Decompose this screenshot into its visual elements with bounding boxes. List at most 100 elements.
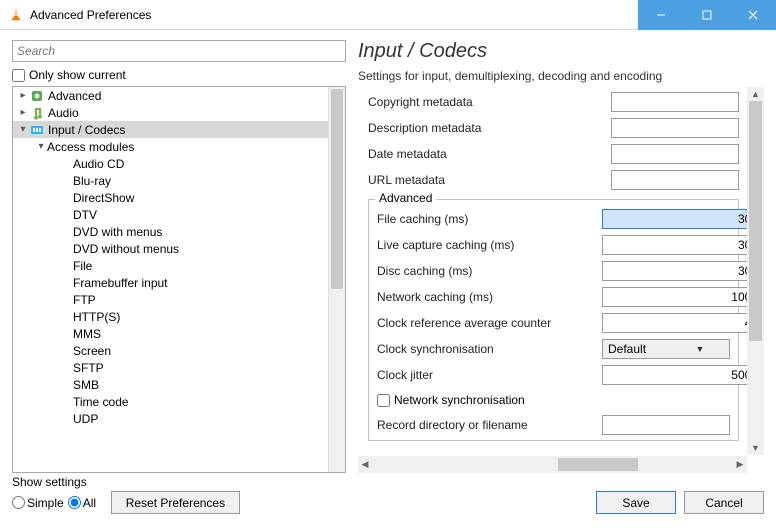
network-sync-label: Network synchronisation bbox=[394, 393, 525, 407]
network-sync-checkbox[interactable] bbox=[377, 394, 390, 407]
copyright-metadata-input[interactable] bbox=[611, 92, 739, 112]
tree-item[interactable]: Blu-ray bbox=[13, 172, 328, 189]
simple-radio[interactable]: Simple bbox=[12, 496, 64, 510]
live-caching-spin[interactable]: ▲▼ bbox=[602, 235, 730, 255]
tree-item[interactable]: SFTP bbox=[13, 359, 328, 376]
advanced-groupbox: Advanced File caching (ms) ▲▼ Live captu… bbox=[368, 199, 739, 441]
left-panel: Only show current ▸ Advanced ▸ Audio ▾ I… bbox=[12, 40, 346, 473]
clock-sync-combo[interactable]: Default▼ bbox=[602, 339, 730, 359]
file-caching-spin[interactable]: ▲▼ bbox=[602, 209, 730, 229]
url-metadata-input[interactable] bbox=[611, 170, 739, 190]
codec-icon bbox=[29, 122, 45, 138]
clock-sync-label: Clock synchronisation bbox=[377, 342, 602, 356]
disc-caching-label: Disc caching (ms) bbox=[377, 264, 602, 278]
scroll-left-icon[interactable]: ◀ bbox=[358, 456, 372, 473]
only-show-current-checkbox[interactable]: Only show current bbox=[12, 68, 346, 82]
form-scrollbar-horizontal[interactable]: ◀▶ bbox=[358, 456, 747, 473]
tree-label: FTP bbox=[73, 293, 96, 307]
maximize-button[interactable] bbox=[684, 0, 730, 30]
chevron-right-icon[interactable]: ▸ bbox=[17, 107, 29, 118]
tree-item-access-modules[interactable]: ▾ Access modules bbox=[13, 138, 328, 155]
clock-ref-label: Clock reference average counter bbox=[377, 316, 602, 330]
scroll-right-icon[interactable]: ▶ bbox=[733, 456, 747, 473]
gear-icon bbox=[29, 88, 45, 104]
tree-label: MMS bbox=[73, 327, 101, 341]
cancel-button[interactable]: Cancel bbox=[684, 491, 764, 514]
tree-label: DirectShow bbox=[73, 191, 134, 205]
network-caching-input[interactable] bbox=[602, 287, 747, 307]
scroll-down-icon[interactable]: ▼ bbox=[747, 441, 764, 455]
copyright-metadata-label: Copyright metadata bbox=[368, 95, 611, 109]
tree-label: HTTP(S) bbox=[73, 310, 120, 324]
tree-label: Time code bbox=[73, 395, 129, 409]
tree-item-audio[interactable]: ▸ Audio bbox=[13, 104, 328, 121]
disc-caching-input[interactable] bbox=[602, 261, 747, 281]
tree-item[interactable]: Time code bbox=[13, 393, 328, 410]
clock-jitter-input[interactable] bbox=[602, 365, 747, 385]
tree-label: Access modules bbox=[47, 140, 134, 154]
search-input[interactable] bbox=[12, 40, 346, 62]
network-caching-label: Network caching (ms) bbox=[377, 290, 602, 304]
tree-scrollbar[interactable] bbox=[328, 87, 345, 472]
tree-item[interactable]: DTV bbox=[13, 206, 328, 223]
only-show-current-box[interactable] bbox=[12, 69, 25, 82]
disc-caching-spin[interactable]: ▲▼ bbox=[602, 261, 730, 281]
tree-item[interactable]: File bbox=[13, 257, 328, 274]
tree-label: SMB bbox=[73, 378, 99, 392]
file-caching-label: File caching (ms) bbox=[377, 212, 602, 226]
scroll-up-icon[interactable]: ▲ bbox=[747, 87, 764, 101]
chevron-down-icon[interactable]: ▼ bbox=[666, 344, 729, 354]
tree-item[interactable]: Audio CD bbox=[13, 155, 328, 172]
music-note-icon bbox=[29, 105, 45, 121]
record-dir-label: Record directory or filename bbox=[377, 418, 602, 432]
description-metadata-input[interactable] bbox=[611, 118, 739, 138]
tree-item[interactable]: DVD with menus bbox=[13, 223, 328, 240]
tree-item[interactable]: FTP bbox=[13, 291, 328, 308]
clock-ref-input[interactable] bbox=[602, 313, 747, 333]
tree-label: Audio CD bbox=[73, 157, 124, 171]
tree-item-input-codecs[interactable]: ▾ Input / Codecs bbox=[13, 121, 328, 138]
clock-sync-value: Default bbox=[603, 342, 666, 356]
record-dir-input[interactable] bbox=[602, 415, 730, 435]
tree-item[interactable]: SMB bbox=[13, 376, 328, 393]
minimize-button[interactable] bbox=[638, 0, 684, 30]
reset-preferences-button[interactable]: Reset Preferences bbox=[111, 491, 240, 514]
live-caching-input[interactable] bbox=[602, 235, 747, 255]
save-button[interactable]: Save bbox=[596, 491, 676, 514]
form-scrollbar-vertical[interactable]: ▲▼ bbox=[747, 87, 764, 455]
only-show-current-label: Only show current bbox=[29, 68, 126, 82]
page-subtitle: Settings for input, demultiplexing, deco… bbox=[358, 69, 764, 83]
chevron-down-icon[interactable]: ▾ bbox=[35, 141, 47, 152]
tree-item[interactable]: Screen bbox=[13, 342, 328, 359]
tree-label: UDP bbox=[73, 412, 98, 426]
page-title: Input / Codecs bbox=[358, 40, 764, 63]
all-radio[interactable]: All bbox=[68, 496, 96, 510]
chevron-right-icon[interactable]: ▸ bbox=[17, 90, 29, 101]
tree-item[interactable]: MMS bbox=[13, 325, 328, 342]
preferences-tree[interactable]: ▸ Advanced ▸ Audio ▾ Input / Codecs ▾ bbox=[12, 86, 346, 473]
clock-ref-spin[interactable]: ▲▼ bbox=[602, 313, 730, 333]
tree-item[interactable]: Framebuffer input bbox=[13, 274, 328, 291]
live-caching-label: Live capture caching (ms) bbox=[377, 238, 602, 252]
network-caching-spin[interactable]: ▲▼ bbox=[602, 287, 730, 307]
clock-jitter-spin[interactable]: ▲▼ bbox=[602, 365, 730, 385]
clock-jitter-label: Clock jitter bbox=[377, 368, 602, 382]
close-button[interactable] bbox=[730, 0, 776, 30]
tree-item-advanced[interactable]: ▸ Advanced bbox=[13, 87, 328, 104]
tree-label: Audio bbox=[48, 106, 79, 120]
date-metadata-input[interactable] bbox=[611, 144, 739, 164]
chevron-down-icon[interactable]: ▾ bbox=[17, 124, 29, 135]
vlc-icon bbox=[8, 7, 24, 23]
tree-item[interactable]: HTTP(S) bbox=[13, 308, 328, 325]
tree-label: Input / Codecs bbox=[48, 123, 125, 137]
tree-item[interactable]: DVD without menus bbox=[13, 240, 328, 257]
advanced-group-legend: Advanced bbox=[375, 191, 436, 205]
file-caching-input[interactable] bbox=[602, 209, 747, 229]
tree-item[interactable]: UDP bbox=[13, 410, 328, 427]
right-panel: Input / Codecs Settings for input, demul… bbox=[358, 40, 764, 473]
tree-item[interactable]: DirectShow bbox=[13, 189, 328, 206]
tree-label: Screen bbox=[73, 344, 111, 358]
tree-label: File bbox=[73, 259, 92, 273]
tree-label: DVD with menus bbox=[73, 225, 162, 239]
tree-label: DVD without menus bbox=[73, 242, 179, 256]
